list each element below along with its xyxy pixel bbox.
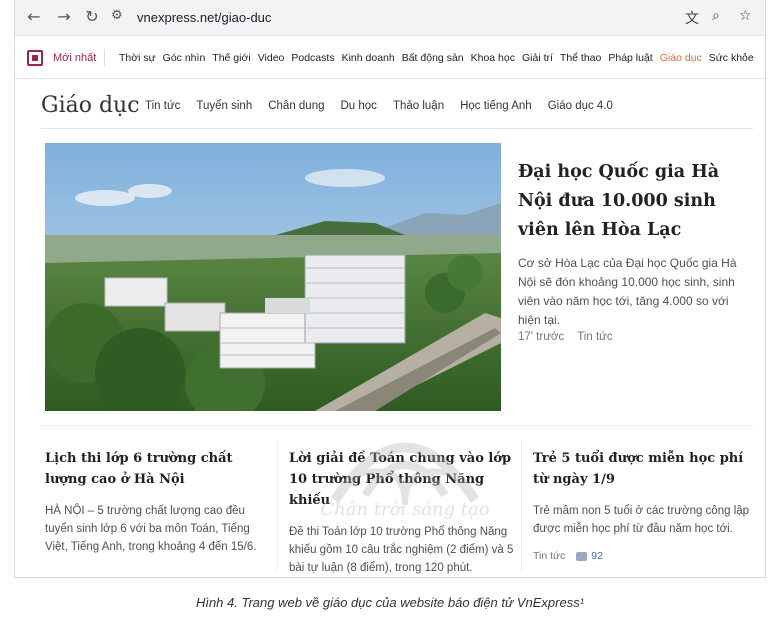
category-link[interactable]: Podcasts bbox=[291, 52, 334, 64]
divider bbox=[41, 425, 753, 426]
featured-article-meta: 17' trước Tin tức bbox=[518, 331, 623, 343]
article-card: Trẻ 5 tuổi được miễn học phí từ ngày 1/9… bbox=[533, 448, 759, 562]
site-settings-icon[interactable]: ⚙ bbox=[111, 8, 123, 23]
article-card: Lịch thi lớp 6 trường chất lượng cao ở H… bbox=[45, 448, 271, 556]
category-link[interactable]: Thể thao bbox=[560, 52, 601, 64]
article-description: HÀ NỘI – 5 trường chất lượng cao đều tuy… bbox=[45, 505, 257, 553]
url-bar[interactable]: ⚙ vnexpress.net/giao-duc bbox=[111, 6, 709, 30]
article-title[interactable]: Lịch thi lớp 6 trường chất lượng cao ở H… bbox=[45, 448, 271, 490]
category-link[interactable]: Pháp luật bbox=[608, 52, 652, 64]
article-title[interactable]: Lời giải đề Toán chung vào lớp 10 trường… bbox=[289, 448, 515, 511]
category-link[interactable]: Bất động sản bbox=[402, 52, 464, 64]
category-link[interactable]: Video bbox=[258, 52, 285, 64]
featured-article-description: Cơ sở Hòa Lạc của Đại học Quốc gia Hà Nộ… bbox=[518, 256, 737, 327]
divider bbox=[104, 49, 105, 67]
url-text[interactable]: vnexpress.net/giao-duc bbox=[137, 10, 271, 25]
divider bbox=[41, 128, 753, 129]
category-link[interactable]: Khoa học bbox=[471, 52, 515, 64]
article-title[interactable]: Trẻ 5 tuổi được miễn học phí từ ngày 1/9 bbox=[533, 448, 759, 490]
subnav-link[interactable]: Học tiếng Anh bbox=[460, 100, 532, 112]
subnav-link[interactable]: Chân dung bbox=[268, 100, 324, 112]
comment-icon bbox=[576, 551, 588, 561]
comment-count[interactable]: 92 bbox=[576, 550, 603, 562]
address-bar: ← → ↻ ⚙ vnexpress.net/giao-duc 文 ⌕ ☆ bbox=[15, 0, 765, 36]
top-navigation: Mới nhất Thời sự Góc nhìn Thế giới Video Pod… bbox=[15, 37, 765, 79]
featured-image[interactable] bbox=[45, 143, 501, 411]
divider bbox=[277, 440, 278, 572]
reload-icon[interactable]: ↻ bbox=[81, 6, 103, 28]
article-meta: Tin tức 92 bbox=[533, 550, 759, 562]
arrow-left-icon[interactable]: ← bbox=[23, 6, 45, 28]
featured-time: 17' trước bbox=[518, 331, 565, 343]
article-card: Lời giải đề Toán chung vào lớp 10 trường… bbox=[289, 448, 515, 577]
subnav-link[interactable]: Thảo luận bbox=[393, 100, 444, 112]
featured-category-link[interactable]: Tin tức bbox=[577, 331, 612, 343]
category-menu: Thời sự Góc nhìn Thế giới Video Podcasts Kinh… bbox=[119, 52, 761, 64]
category-link[interactable]: Sức khỏe bbox=[709, 52, 754, 64]
subnav-link[interactable]: Tuyển sinh bbox=[196, 100, 252, 112]
article-category-link[interactable]: Tin tức bbox=[533, 550, 565, 562]
category-link[interactable]: Thời sự bbox=[119, 52, 156, 64]
featured-article-title[interactable]: Đại học Quốc gia Hà Nội đưa 10.000 sinh … bbox=[518, 158, 748, 245]
article-description: Trẻ mầm non 5 tuổi ở các trường công lập… bbox=[533, 505, 750, 535]
latest-news-link[interactable]: Mới nhất bbox=[53, 52, 96, 64]
figure-caption: Hình 4. Trang web về giáo dục của websit… bbox=[195, 595, 585, 610]
category-link[interactable]: Thế giới bbox=[212, 52, 250, 64]
comment-count-value: 92 bbox=[591, 550, 603, 562]
category-link[interactable]: Kinh doanh bbox=[342, 52, 395, 64]
subnav-link[interactable]: Giáo dục 4.0 bbox=[548, 100, 613, 112]
zoom-icon[interactable]: ⌕ bbox=[712, 8, 720, 24]
divider bbox=[521, 440, 522, 572]
article-description: Đề thi Toán lớp 10 trường Phổ thông Năng… bbox=[289, 526, 514, 574]
category-link[interactable]: Góc nhìn bbox=[163, 52, 206, 64]
section-title[interactable]: Giáo dục bbox=[41, 93, 140, 118]
subnav-link[interactable]: Tin tức bbox=[145, 100, 180, 112]
browser-window: ← → ↻ ⚙ vnexpress.net/giao-duc 文 ⌕ ☆ Mới… bbox=[14, 0, 766, 578]
category-link[interactable]: Giải trí bbox=[522, 52, 553, 64]
subnav-link[interactable]: Du học bbox=[341, 100, 377, 112]
section-subnav: Tin tức Tuyển sinh Chân dung Du học Thảo luậ… bbox=[145, 100, 629, 112]
latest-news-icon[interactable] bbox=[27, 50, 43, 66]
bookmark-star-icon[interactable]: ☆ bbox=[739, 8, 752, 24]
category-link[interactable]: Giáo dục bbox=[660, 52, 702, 64]
translate-icon[interactable]: 文 bbox=[685, 8, 699, 28]
arrow-right-icon[interactable]: → bbox=[53, 6, 75, 28]
